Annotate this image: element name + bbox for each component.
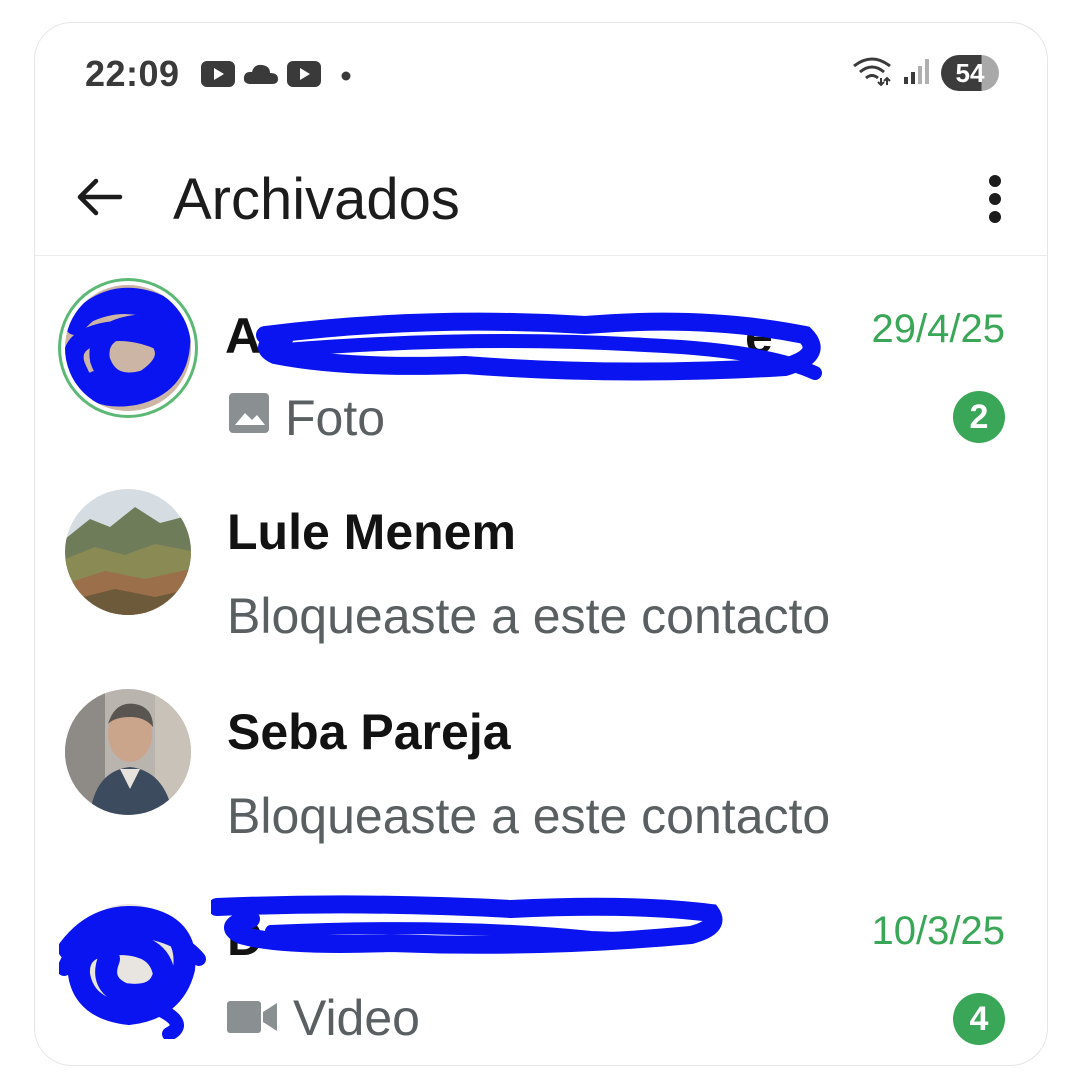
chat-preview-text: Foto (285, 390, 386, 446)
avatar-image (59, 904, 206, 1039)
system-status-icons: 54 (851, 55, 999, 91)
mountain-landscape-photo (65, 489, 191, 615)
youtube-icon (287, 61, 321, 92)
chat-time: 10/3/25 (871, 909, 1005, 953)
svg-text:D: D (227, 910, 263, 966)
chat-row[interactable]: Seba Pareja Bloqueaste a este contacto (35, 659, 1047, 859)
youtube-icon (201, 61, 235, 92)
dot-icon (341, 68, 351, 86)
avatar[interactable] (65, 689, 191, 815)
chat-preview-text: Bloqueaste a este contacto (227, 588, 831, 644)
chat-preview: Video (227, 989, 420, 1047)
chat-row[interactable]: Lule Menem Bloqueaste a este contacto (35, 459, 1047, 659)
photo-icon (227, 389, 271, 447)
more-options-button[interactable] (971, 163, 1019, 235)
back-button[interactable] (69, 167, 129, 227)
chat-name: Lule Menem (227, 504, 516, 560)
svg-text:e: e (745, 308, 773, 364)
avatar-image (65, 285, 191, 411)
avatar[interactable] (65, 285, 191, 411)
status-bar: 22:09 54 (35, 23, 1047, 123)
battery-indicator: 54 (941, 55, 999, 91)
cloud-icon (243, 62, 279, 91)
chat-preview-text: Bloqueaste a este contacto (227, 788, 831, 844)
chat-preview-text: Video (293, 990, 420, 1046)
arrow-left-icon (77, 178, 123, 216)
unread-badge: 4 (953, 993, 1005, 1045)
avatar[interactable] (65, 489, 191, 615)
redaction-scribble: A e (225, 295, 865, 390)
video-camera-icon (227, 989, 279, 1047)
more-vert-icon (989, 175, 1001, 223)
chat-preview: Bloqueaste a este contacto (227, 587, 830, 645)
notification-icons (201, 61, 351, 92)
chat-time: 29/4/25 (871, 307, 1005, 351)
man-portrait-photo (65, 689, 191, 815)
chat-row[interactable]: A e 29/4/25 Foto 2 (35, 259, 1047, 459)
page-title: Archivados (173, 167, 460, 232)
chat-row[interactable]: D 10/3/25 Video 4 (35, 859, 1047, 1059)
svg-text:A: A (225, 308, 261, 364)
signal-icon (903, 57, 931, 90)
chat-preview: Foto (227, 389, 385, 447)
redaction-scribble: D (208, 879, 731, 974)
avatar[interactable] (59, 899, 206, 1039)
unread-badge: 2 (953, 391, 1005, 443)
app-bar: Archivados (35, 133, 1047, 256)
chat-preview: Bloqueaste a este contacto (227, 787, 830, 845)
wifi-icon (851, 56, 893, 91)
status-time: 22:09 (85, 53, 180, 94)
phone-screen: 22:09 54 Archivados A e 29/4/25 Foto 2 L… (34, 22, 1048, 1066)
chat-name: Seba Pareja (227, 704, 511, 760)
